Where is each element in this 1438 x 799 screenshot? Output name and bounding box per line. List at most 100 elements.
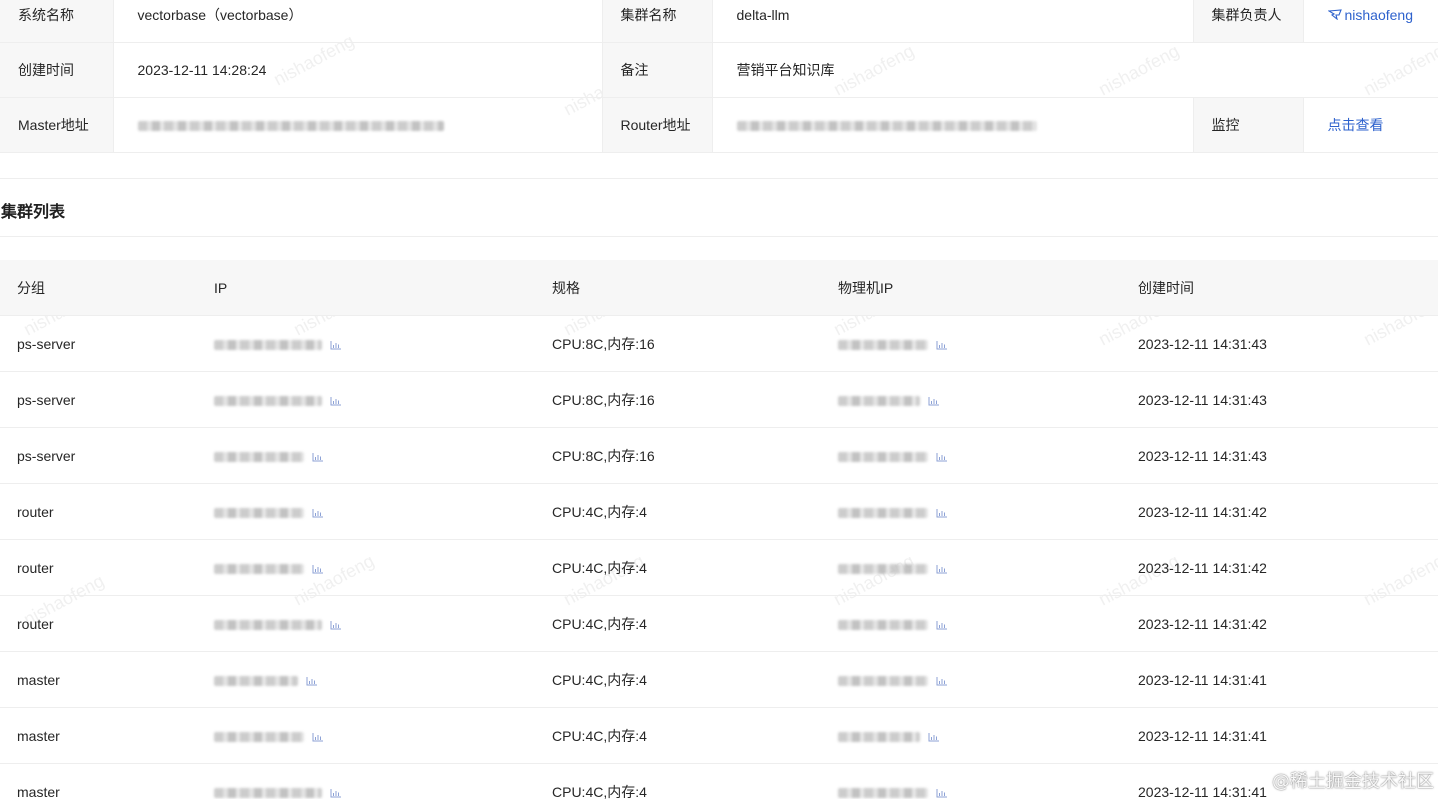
redacted-ip — [214, 395, 322, 406]
divider — [0, 178, 1438, 179]
group-cell: router — [0, 595, 197, 652]
cluster-list-table: 分组 IP 规格 物理机IP 创建时间 ps-server CPU:8C,内存:1… — [0, 260, 1438, 799]
created-cell: 2023-12-11 14:31:41 — [1121, 707, 1438, 764]
ip-cell — [197, 427, 535, 484]
bar-chart-icon[interactable] — [330, 396, 342, 406]
table-row: master CPU:4C,内存:4 2023-12-11 14:31:41 — [0, 651, 1438, 708]
redacted-ip — [214, 787, 322, 798]
monitor-link[interactable]: 点击查看 — [1328, 117, 1384, 133]
bar-chart-icon[interactable] — [936, 564, 948, 574]
host-ip-cell — [821, 483, 1121, 540]
bar-chart-icon[interactable] — [936, 676, 948, 686]
created-time-label: 创建时间 — [0, 42, 114, 98]
redacted-ip — [838, 395, 920, 406]
table-row: ps-server CPU:8C,内存:16 2023-12-11 14:31:43 — [0, 371, 1438, 428]
owner-name: nishaofeng — [1344, 6, 1414, 23]
redacted-address — [137, 121, 444, 132]
host-ip-cell — [821, 539, 1121, 596]
cluster-info-table: 系统名称 vectorbase（vectorbase） 集群名称 delta-l… — [0, 0, 1438, 153]
bar-chart-icon[interactable] — [330, 788, 342, 798]
master-address-label: Master地址 — [0, 97, 114, 153]
ip-cell — [197, 651, 535, 708]
redacted-ip — [214, 451, 304, 462]
info-row: Master地址 Router地址 监控 点击查看 — [0, 97, 1438, 153]
created-time-value: 2023-12-11 14:28:24 — [113, 42, 603, 98]
created-cell: 2023-12-11 14:31:42 — [1121, 483, 1438, 540]
ip-cell — [197, 764, 535, 799]
redacted-ip — [838, 507, 928, 518]
spec-cell: CPU:4C,内存:4 — [535, 539, 821, 596]
redacted-ip — [838, 787, 928, 798]
redacted-ip — [838, 563, 928, 574]
column-header-spec: 规格 — [535, 260, 821, 316]
redacted-ip — [838, 731, 920, 742]
column-header-group: 分组 — [0, 260, 197, 316]
bar-chart-icon[interactable] — [312, 564, 324, 574]
section-title: 集群列表 — [1, 204, 66, 221]
ip-cell — [197, 483, 535, 540]
table-row: router CPU:4C,内存:4 2023-12-11 14:31:42 — [0, 539, 1438, 596]
created-cell: 2023-12-11 14:31:43 — [1121, 427, 1438, 484]
host-ip-cell — [821, 651, 1121, 708]
cluster-name-label: 集群名称 — [602, 0, 713, 43]
bar-chart-icon[interactable] — [936, 452, 948, 462]
table-row: master CPU:4C,内存:4 2023-12-11 14:31:41 — [0, 764, 1438, 799]
bar-chart-icon[interactable] — [306, 676, 318, 686]
host-ip-cell — [821, 595, 1121, 652]
redacted-ip — [214, 563, 304, 574]
redacted-ip — [838, 675, 928, 686]
bar-chart-icon[interactable] — [312, 452, 324, 462]
redacted-ip — [214, 731, 304, 742]
ip-cell — [197, 707, 535, 764]
table-row: router CPU:4C,内存:4 2023-12-11 14:31:42 — [0, 483, 1438, 540]
group-cell: master — [17, 783, 60, 799]
host-ip-cell — [821, 764, 1121, 799]
table-row: master CPU:4C,内存:4 2023-12-11 14:31:41 — [0, 707, 1438, 764]
created-cell: 2023-12-11 14:31:42 — [1121, 539, 1438, 596]
redacted-ip — [214, 619, 322, 630]
router-address-value — [712, 97, 1194, 153]
bar-chart-icon[interactable] — [936, 508, 948, 518]
spec-cell: CPU:8C,内存:16 — [535, 371, 821, 428]
redacted-ip — [838, 451, 928, 462]
divider — [0, 236, 1438, 237]
bar-chart-icon[interactable] — [928, 396, 940, 406]
redacted-ip — [838, 619, 928, 630]
spec-cell: CPU:4C,内存:4 — [535, 595, 821, 652]
group-cell: ps-server — [0, 427, 197, 484]
cluster-name-value: delta-llm — [712, 0, 1194, 43]
owner-link[interactable]: nishaofeng — [1327, 6, 1414, 23]
spec-cell: CPU:8C,内存:16 — [535, 427, 821, 484]
group-cell: master — [0, 707, 197, 764]
bar-chart-icon[interactable] — [936, 788, 948, 798]
host-ip-cell — [821, 707, 1121, 764]
group-cell: router — [0, 539, 197, 596]
group-cell: master — [0, 651, 197, 708]
host-ip-cell — [821, 315, 1121, 372]
owner-cell: nishaofeng — [1303, 0, 1438, 43]
remark-label: 备注 — [602, 42, 713, 98]
ip-cell — [197, 595, 535, 652]
redacted-address — [736, 121, 1037, 132]
created-cell: 2023-12-11 14:31:43 — [1121, 315, 1438, 372]
table-row: ps-server CPU:8C,内存:16 2023-12-11 14:31:43 — [0, 427, 1438, 484]
bar-chart-icon[interactable] — [312, 508, 324, 518]
ip-cell — [197, 315, 535, 372]
spec-cell: CPU:4C,内存:4 — [552, 783, 647, 799]
bar-chart-icon[interactable] — [936, 620, 948, 630]
bar-chart-icon[interactable] — [312, 732, 324, 742]
info-row: 创建时间 2023-12-11 14:28:24 备注 营销平台知识库 — [0, 42, 1438, 98]
redacted-ip — [214, 675, 298, 686]
bar-chart-icon[interactable] — [330, 340, 342, 350]
bar-chart-icon[interactable] — [330, 620, 342, 630]
owner-label: 集群负责人 — [1193, 0, 1304, 43]
table-row: router CPU:4C,内存:4 2023-12-11 14:31:42 — [0, 595, 1438, 652]
created-cell: 2023-12-11 14:31:41 — [1121, 651, 1438, 708]
dingtalk-icon — [1327, 9, 1342, 21]
host-ip-cell — [821, 427, 1121, 484]
bar-chart-icon[interactable] — [936, 340, 948, 350]
ip-cell — [197, 371, 535, 428]
corner-watermark: @稀土掘金技术社区 — [1272, 771, 1434, 792]
bar-chart-icon[interactable] — [928, 732, 940, 742]
system-name-label: 系统名称 — [0, 0, 114, 43]
